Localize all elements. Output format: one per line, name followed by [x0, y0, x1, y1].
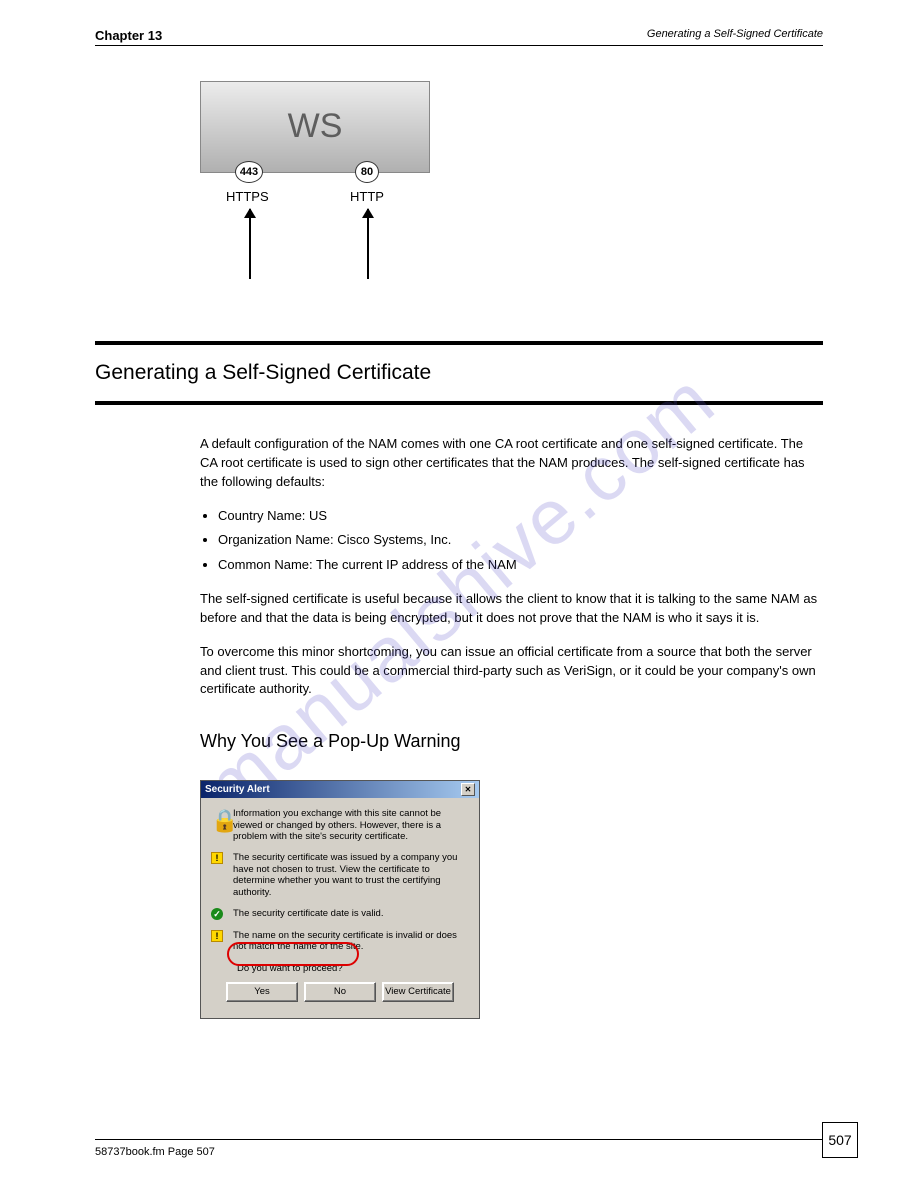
arrow-left [249, 209, 251, 279]
bullet-1: Country Name: US [218, 507, 823, 526]
port-80-badge: 80 [355, 161, 379, 183]
header-section: Generating a Self-Signed Certificate [647, 28, 823, 40]
no-button[interactable]: No [304, 982, 376, 1002]
bullet-2: Organization Name: Cisco Systems, Inc. [218, 531, 823, 550]
security-alert-dialog: Security Alert ✕ 🔒 Information you excha… [200, 780, 480, 1019]
red-highlight-oval [227, 942, 359, 966]
dialog-msg2: The security certificate date is valid. [233, 908, 383, 919]
lock-warning-icon: 🔒 [211, 808, 233, 834]
arrow-right [367, 209, 369, 279]
page-number: 507 [822, 1122, 858, 1158]
bullet-3: Common Name: The current IP address of t… [218, 556, 823, 575]
https-label: HTTPS [226, 189, 269, 204]
ws-label: WS [201, 107, 429, 146]
ws-box: WS [200, 81, 430, 173]
horizontal-rule-bottom [95, 1139, 823, 1140]
ws-diagram: WS 443 80 HTTPS HTTP [200, 81, 430, 301]
subheading: Why You See a Pop-Up Warning [200, 731, 823, 752]
dialog-title-text: Security Alert [205, 784, 270, 795]
dialog-msg1: The security certificate was issued by a… [233, 852, 469, 898]
http-label: HTTP [350, 189, 384, 204]
view-cert-button[interactable]: View Certificate [382, 982, 454, 1002]
body-text: A default configuration of the NAM comes… [200, 435, 823, 699]
header-chapter: Chapter 13 [95, 28, 162, 43]
para-2: The self-signed certificate is useful be… [200, 590, 823, 628]
para-1: A default configuration of the NAM comes… [200, 435, 823, 492]
warning-icon: ! [211, 852, 233, 864]
section-heading: Generating a Self-Signed Certificate [95, 341, 823, 405]
dialog-intro: Information you exchange with this site … [233, 808, 469, 842]
check-icon: ✓ [211, 908, 233, 920]
horizontal-rule-top [95, 45, 823, 46]
yes-button[interactable]: Yes [226, 982, 298, 1002]
warning-icon-2: ! [211, 930, 233, 942]
para-3: To overcome this minor shortcoming, you … [200, 643, 823, 700]
port-443-badge: 443 [235, 161, 263, 183]
close-icon[interactable]: ✕ [461, 783, 475, 796]
dialog-titlebar: Security Alert ✕ [201, 781, 479, 798]
footer-doc-id: 58737book.fm Page 507 [95, 1146, 215, 1158]
